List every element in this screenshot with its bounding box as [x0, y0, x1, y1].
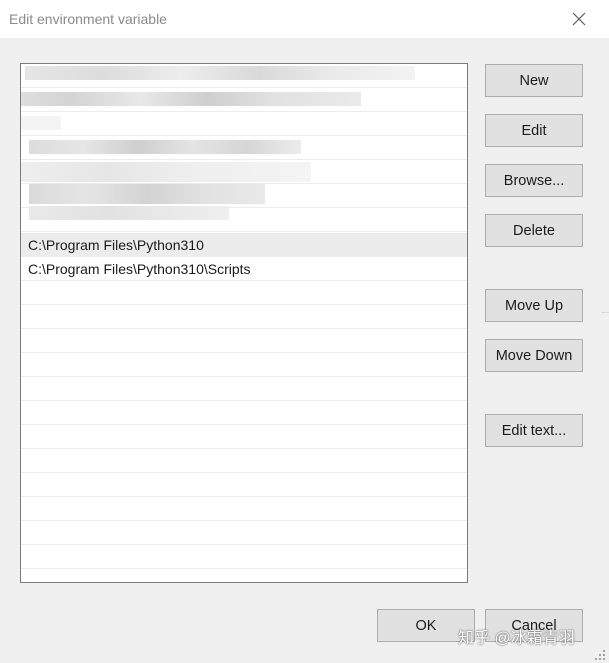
watermark: 知乎 @冰霜青羽 — [458, 630, 575, 647]
list-item[interactable] — [21, 206, 467, 232]
redacted-text — [29, 206, 229, 220]
path-entries-list[interactable]: C:\Program Files\Python310 C:\Program Fi… — [20, 63, 468, 583]
browse-button[interactable]: Browse... — [485, 164, 583, 197]
list-item[interactable] — [21, 329, 467, 353]
list-item[interactable] — [21, 184, 467, 208]
close-icon — [572, 12, 586, 26]
list-item[interactable] — [21, 473, 467, 497]
list-item[interactable] — [21, 305, 467, 329]
list-item[interactable] — [21, 88, 467, 112]
list-item[interactable] — [21, 377, 467, 401]
list-item[interactable] — [21, 136, 467, 160]
list-item-python310[interactable]: C:\Program Files\Python310 — [21, 233, 467, 257]
list-item[interactable] — [21, 64, 467, 88]
delete-button[interactable]: Delete — [485, 214, 583, 247]
move-down-button[interactable]: Move Down — [485, 339, 583, 372]
redacted-text — [25, 66, 415, 80]
redacted-text — [21, 116, 61, 130]
list-item[interactable] — [21, 281, 467, 305]
list-item[interactable] — [21, 353, 467, 377]
redacted-text — [21, 162, 311, 182]
redacted-text — [21, 92, 361, 106]
edit-text-button[interactable]: Edit text... — [485, 414, 583, 447]
resize-grip-icon — [595, 650, 605, 660]
redacted-text — [29, 184, 265, 204]
list-item[interactable] — [21, 401, 467, 425]
close-button[interactable] — [566, 6, 592, 32]
edit-button[interactable]: Edit — [485, 114, 583, 147]
list-item[interactable] — [21, 545, 467, 569]
list-item[interactable] — [21, 160, 467, 184]
list-item[interactable] — [21, 497, 467, 521]
dialog-title: Edit environment variable — [9, 11, 167, 27]
new-button[interactable]: New — [485, 64, 583, 97]
list-item[interactable] — [21, 425, 467, 449]
list-item[interactable] — [21, 112, 467, 136]
list-item[interactable] — [21, 449, 467, 473]
redacted-text — [29, 140, 301, 154]
title-bar: Edit environment variable — [0, 0, 609, 38]
divider — [601, 312, 609, 313]
list-item[interactable] — [21, 521, 467, 545]
resize-grip[interactable] — [594, 648, 606, 660]
move-up-button[interactable]: Move Up — [485, 289, 583, 322]
edit-environment-variable-dialog: Edit environment variable C:\Program Fil… — [0, 0, 609, 663]
list-item-python310-scripts[interactable]: C:\Program Files\Python310\Scripts — [21, 257, 467, 281]
